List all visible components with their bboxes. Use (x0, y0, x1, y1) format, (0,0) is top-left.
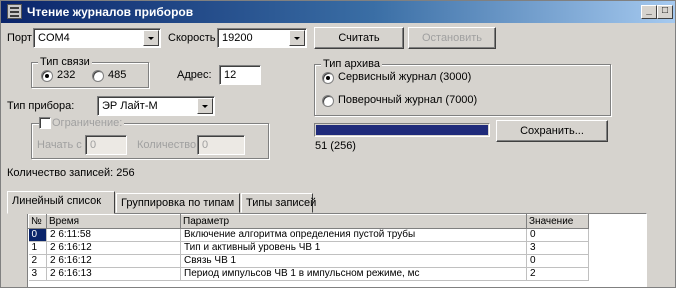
port-value: COM4 (38, 32, 70, 44)
progress-bar (314, 123, 490, 137)
cell-number: 3 (28, 267, 47, 281)
device-type-value: ЭР Лайт-М (102, 100, 158, 112)
limit-checkbox[interactable] (39, 117, 51, 129)
speed-label: Скорость (168, 32, 216, 44)
cell-time: 2 6:11:58 (46, 228, 181, 242)
address-input[interactable]: 12 (219, 65, 261, 85)
address-label: Адрес: (177, 69, 212, 81)
speed-value: 19200 (222, 32, 253, 44)
minimize-button[interactable]: _ (641, 5, 657, 19)
stop-button[interactable]: Остановить (408, 27, 496, 49)
cell-time: 2 6:16:12 (46, 241, 181, 255)
title-bar[interactable]: Чтение журналов приборов _ □ (1, 1, 675, 23)
cell-parameter: Включение алгоритма определения пустой т… (180, 228, 527, 242)
chevron-down-icon[interactable] (197, 98, 213, 114)
start-input[interactable]: 0 (85, 135, 127, 155)
tab-group-by-type[interactable]: Группировка по типам (116, 193, 240, 213)
cell-number: 2 (28, 254, 47, 268)
table-row[interactable]: 3 2 6:16:13 Период импульсов ЧВ 1 в импу… (28, 267, 589, 281)
device-type-select[interactable]: ЭР Лайт-М (97, 96, 215, 116)
cell-parameter: Период импульсов ЧВ 1 в импульсном режим… (180, 267, 527, 281)
archive-type-legend: Тип архива (321, 58, 382, 71)
port-label: Порт (7, 32, 32, 44)
app-icon (7, 4, 22, 19)
verification-log-label: Поверочный журнал (7000) (338, 94, 478, 106)
cell-number: 0 (28, 228, 47, 242)
speed-select[interactable]: 19200 (217, 28, 307, 48)
cell-time: 2 6:16:12 (46, 254, 181, 268)
app-window: Чтение журналов приборов _ □ Порт COM4 С… (0, 0, 676, 288)
link-232-radio[interactable] (41, 70, 53, 82)
column-header-value[interactable]: Значение (526, 214, 589, 229)
save-button[interactable]: Сохранить... (496, 120, 608, 142)
column-header-parameter[interactable]: Параметр (180, 214, 527, 229)
table-header-row: № Время Параметр Значение (28, 214, 589, 229)
cell-parameter: Связь ЧВ 1 (180, 254, 527, 268)
link-type-legend: Тип связи (38, 56, 92, 69)
window-title: Чтение журналов приборов (27, 5, 194, 19)
port-select[interactable]: COM4 (33, 28, 161, 48)
limit-legend: Ограничение: (50, 117, 125, 130)
cell-number: 1 (28, 241, 47, 255)
count-label: Количество (137, 139, 197, 151)
count-input[interactable]: 0 (197, 135, 245, 155)
tab-linear-list[interactable]: Линейный список (7, 191, 115, 214)
progress-text: 51 (256) (315, 140, 356, 152)
cell-value: 2 (526, 267, 589, 281)
column-header-time[interactable]: Время (46, 214, 181, 229)
progress-fill (316, 125, 488, 135)
column-header-number[interactable]: № (28, 214, 47, 229)
service-log-radio[interactable] (322, 72, 334, 84)
link-485-radio[interactable] (92, 70, 104, 82)
cell-value: 0 (526, 254, 589, 268)
tab-record-types[interactable]: Типы записей (241, 193, 316, 213)
chevron-down-icon[interactable] (143, 30, 159, 46)
record-count: Количество записей: 256 (7, 167, 135, 179)
table-row[interactable]: 1 2 6:16:12 Тип и активный уровень ЧВ 1 … (28, 241, 589, 255)
cell-time: 2 6:16:13 (46, 267, 181, 281)
cell-value: 0 (526, 228, 589, 242)
cell-value: 3 (526, 241, 589, 255)
verification-log-radio[interactable] (322, 95, 334, 107)
maximize-button[interactable]: □ (657, 5, 673, 19)
records-table[interactable]: № Время Параметр Значение 0 2 6:11:58 Вк… (27, 213, 647, 287)
cell-parameter: Тип и активный уровень ЧВ 1 (180, 241, 527, 255)
link-485-label: 485 (108, 69, 127, 81)
table-row[interactable]: 0 2 6:11:58 Включение алгоритма определе… (28, 228, 589, 242)
table-row[interactable]: 2 2 6:16:12 Связь ЧВ 1 0 (28, 254, 589, 268)
read-button[interactable]: Считать (314, 27, 404, 49)
service-log-label: Сервисный журнал (3000) (338, 71, 472, 83)
device-type-label: Тип прибора: (7, 100, 75, 112)
start-label: Начать с (37, 139, 82, 151)
link-232-label: 232 (57, 69, 76, 81)
chevron-down-icon[interactable] (289, 30, 305, 46)
